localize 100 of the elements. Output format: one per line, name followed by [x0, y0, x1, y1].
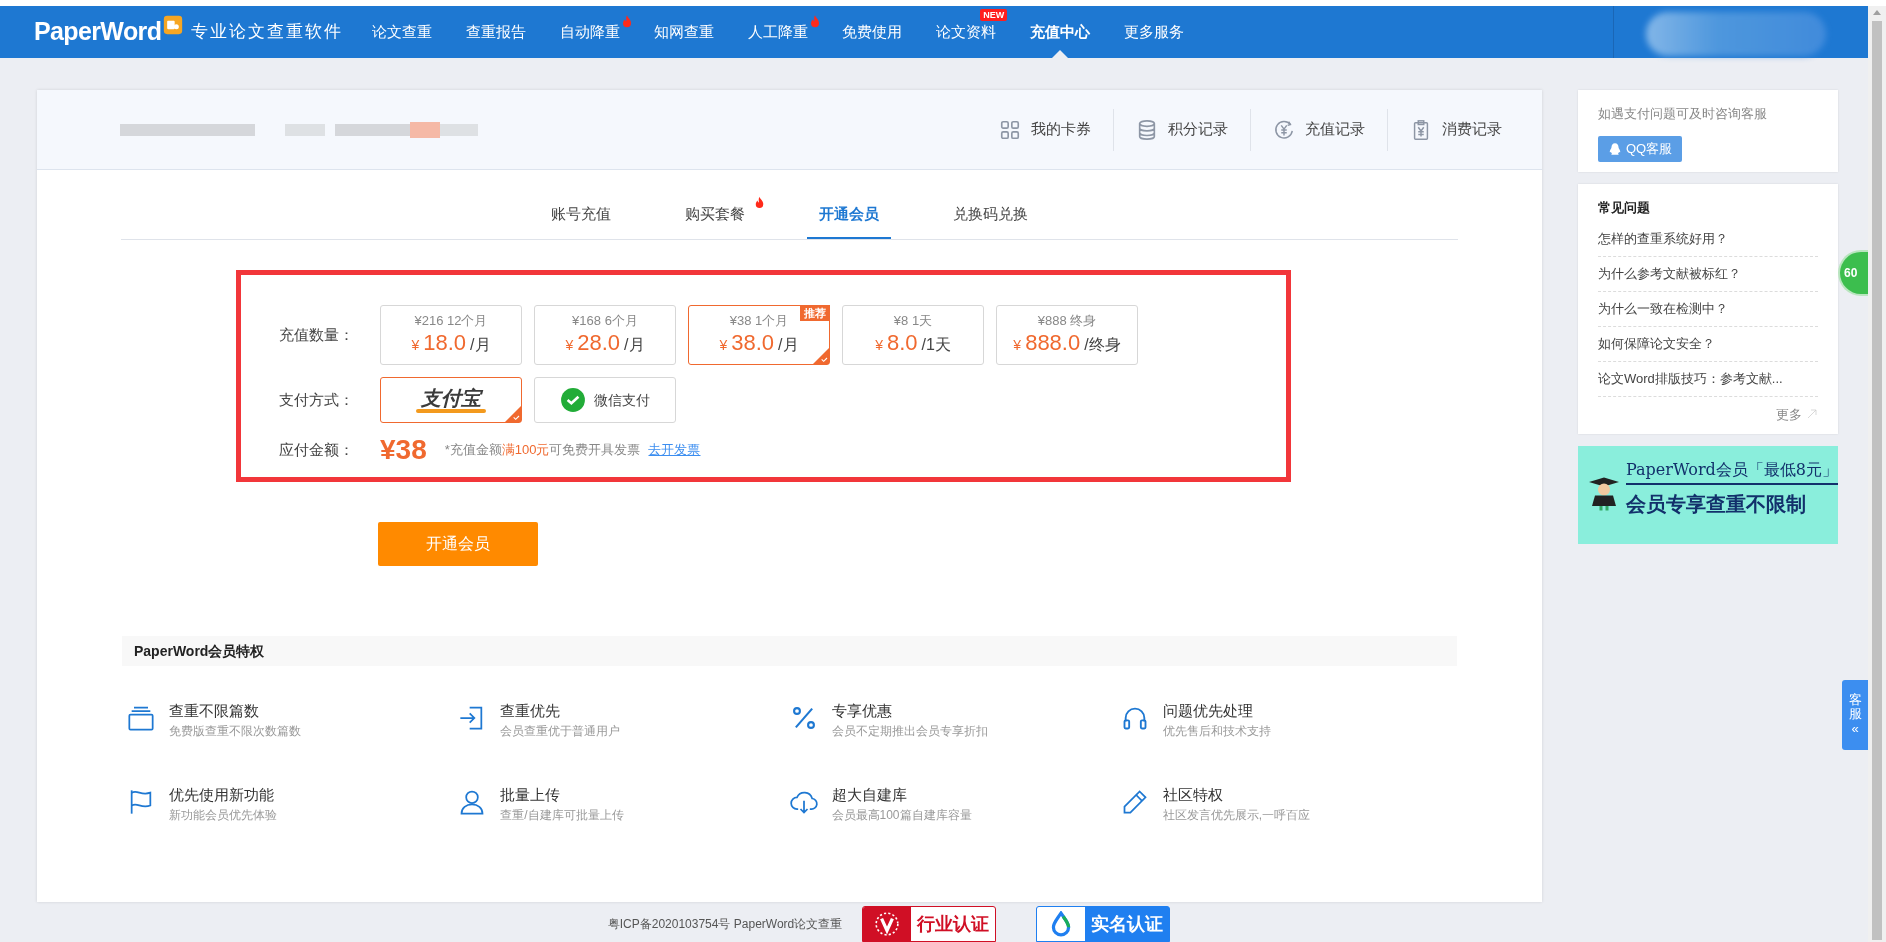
recommend-badge: 推荐: [800, 305, 830, 321]
selected-check-icon: [813, 348, 829, 364]
tab[interactable]: 兑换码兑换: [941, 192, 1040, 239]
price-text: 18.0: [423, 330, 467, 356]
original-price-text: ¥8 1天: [893, 312, 933, 330]
original-price-text: ¥38 1个月: [729, 312, 789, 330]
plan-option[interactable]: ¥38 1个月 ¥ 38.0 /月 推荐: [688, 305, 830, 365]
qq-penguin-icon: [1608, 141, 1622, 156]
nav-link[interactable]: 论文资料: [936, 21, 997, 43]
currency-symbol: ¥: [875, 336, 883, 355]
benefit-title: 社区特权: [1162, 785, 1224, 805]
payment-option[interactable]: 支付宝: [380, 377, 522, 423]
nav-link[interactable]: 充值中心: [1030, 21, 1091, 43]
account-link-icon: [1273, 118, 1295, 141]
benefit-title: 查重不限篇数: [169, 701, 260, 721]
price-text: 888.0: [1025, 330, 1081, 356]
faq-link[interactable]: 为什么参考文献被标红？: [1598, 256, 1818, 292]
banner-title: PaperWord会员「最低8元」: [1626, 460, 1838, 485]
badge-label: 行业认证: [915, 912, 991, 936]
section-title: PaperWord会员特权: [134, 641, 265, 661]
arrow-up-right-icon: [1806, 408, 1818, 421]
unit-text: /月: [624, 335, 645, 355]
benefit-description: 免费版查重不限次数篇数: [169, 723, 301, 740]
selected-check-icon: [505, 406, 521, 422]
plan-option[interactable]: ¥216 12个月 ¥ 18.0 /月: [380, 305, 522, 365]
unit-text: /终身: [1084, 335, 1121, 355]
benefit-description: 查重/自建库可批量上传: [500, 807, 624, 824]
plan-option[interactable]: ¥888 终身 ¥ 888.0 /终身: [996, 305, 1138, 365]
amount-value: ¥38: [380, 435, 427, 465]
floating-progress-badge: 60: [1838, 250, 1868, 296]
account-link-icon: [999, 118, 1021, 141]
field-label: 应付金额：: [279, 439, 355, 460]
banner-subtitle: 会员专享查重不限制: [1626, 492, 1806, 517]
faq-link[interactable]: 为什么一致在检测中？: [1598, 291, 1818, 327]
benefit-description: 优先售后和技术支持: [1162, 723, 1271, 740]
unit-text: /1天: [921, 335, 951, 355]
benefit-description: 会员不定期推出会员专享折扣: [831, 723, 988, 740]
logo-icon: [163, 15, 184, 35]
account-link[interactable]: 充值记录: [1251, 118, 1387, 141]
plan-option[interactable]: ¥8 1天 ¥ 8.0 /1天: [842, 305, 984, 365]
benefit-description: 社区发言优先展示,一呼百应: [1162, 807, 1311, 824]
badge-label: 实名认证: [1090, 912, 1165, 936]
benefit-title: 批量上传: [500, 785, 562, 805]
benefit-icon: [127, 704, 155, 732]
faq-link[interactable]: 论文Word排版技巧：参考文献...: [1598, 361, 1818, 397]
benefit-description: 会员最高100篇自建库容量: [831, 807, 972, 824]
account-link[interactable]: 我的卡券: [977, 118, 1113, 141]
nav-link[interactable]: 免费使用: [842, 21, 903, 43]
active-pointer-icon: [1052, 50, 1069, 58]
faq-link[interactable]: 如何保障论文安全？: [1598, 326, 1818, 362]
benefit-title: 查重优先: [500, 701, 562, 721]
logo-text[interactable]: PaperWord: [34, 13, 162, 51]
account-link-icon: [1136, 118, 1158, 141]
field-label: 充值数量：: [279, 324, 355, 345]
account-link[interactable]: 消费记录: [1388, 118, 1524, 141]
benefit-description: 会员查重优于普通用户: [500, 723, 621, 740]
currency-symbol: ¥: [565, 336, 574, 355]
invoice-note: *充值金额满100元可免费开具发票: [444, 441, 641, 460]
logo-swoosh: [416, 409, 486, 413]
payment-label: 微信支付: [594, 390, 650, 410]
benefit-title: 超大自建库: [831, 785, 908, 805]
slogan-text: 专业论文查重软件: [191, 20, 344, 44]
nav-link[interactable]: 更多服务: [1124, 21, 1185, 43]
tab[interactable]: 账号充值: [539, 192, 623, 239]
unit-text: /月: [778, 335, 799, 355]
field-label: 支付方式：: [279, 389, 355, 410]
price-text: 28.0: [577, 330, 621, 356]
benefit-title: 问题优先处理: [1162, 701, 1254, 721]
icp-text: 粤ICP备2020103754号 PaperWord论文查重: [607, 916, 843, 933]
promo-banner[interactable]: PaperWord会员「最低8元」 会员专享查重不限制: [1578, 446, 1838, 544]
currency-symbol: ¥: [1013, 336, 1022, 355]
wechat-pay-icon: [560, 387, 586, 413]
benefit-title: 专享优惠: [831, 701, 893, 721]
nav-link[interactable]: 自动降重: [560, 21, 621, 43]
currency-symbol: ¥: [719, 336, 728, 355]
payment-option[interactable]: 微信支付: [534, 377, 676, 423]
faq-title: 常见问题: [1598, 199, 1651, 217]
currency-symbol: ¥: [411, 336, 420, 355]
nav-link[interactable]: 知网查重: [654, 21, 715, 43]
tab[interactable]: 开通会员: [807, 192, 891, 239]
more-link[interactable]: 更多: [1776, 404, 1802, 424]
benefit-description: 新功能会员优先体验: [169, 807, 277, 824]
original-price-text: ¥888 终身: [1037, 312, 1097, 330]
nav-link[interactable]: 人工降重: [748, 21, 809, 43]
original-price-text: ¥216 12个月: [414, 312, 488, 330]
price-text: 8.0: [886, 330, 918, 356]
alipay-logo-text: 支付宝: [421, 387, 481, 409]
tab[interactable]: 购买套餐: [673, 192, 757, 239]
original-price-text: ¥168 6个月: [572, 312, 638, 330]
nav-link[interactable]: 查重报告: [466, 21, 527, 43]
support-text: 如遇支付问题可及时咨询客服: [1598, 105, 1767, 123]
unit-text: /月: [470, 335, 491, 355]
account-link[interactable]: 积分记录: [1114, 118, 1250, 141]
laurel-v-icon: [874, 911, 901, 937]
price-text: 38.0: [731, 330, 775, 356]
faq-link[interactable]: 怎样的查重系统好用？: [1598, 221, 1818, 257]
benefit-title: 优先使用新功能: [169, 785, 275, 805]
plan-option[interactable]: ¥168 6个月 ¥ 28.0 /月: [534, 305, 676, 365]
nav-link[interactable]: 论文查重: [372, 21, 433, 43]
new-badge: NEW: [980, 9, 1008, 21]
